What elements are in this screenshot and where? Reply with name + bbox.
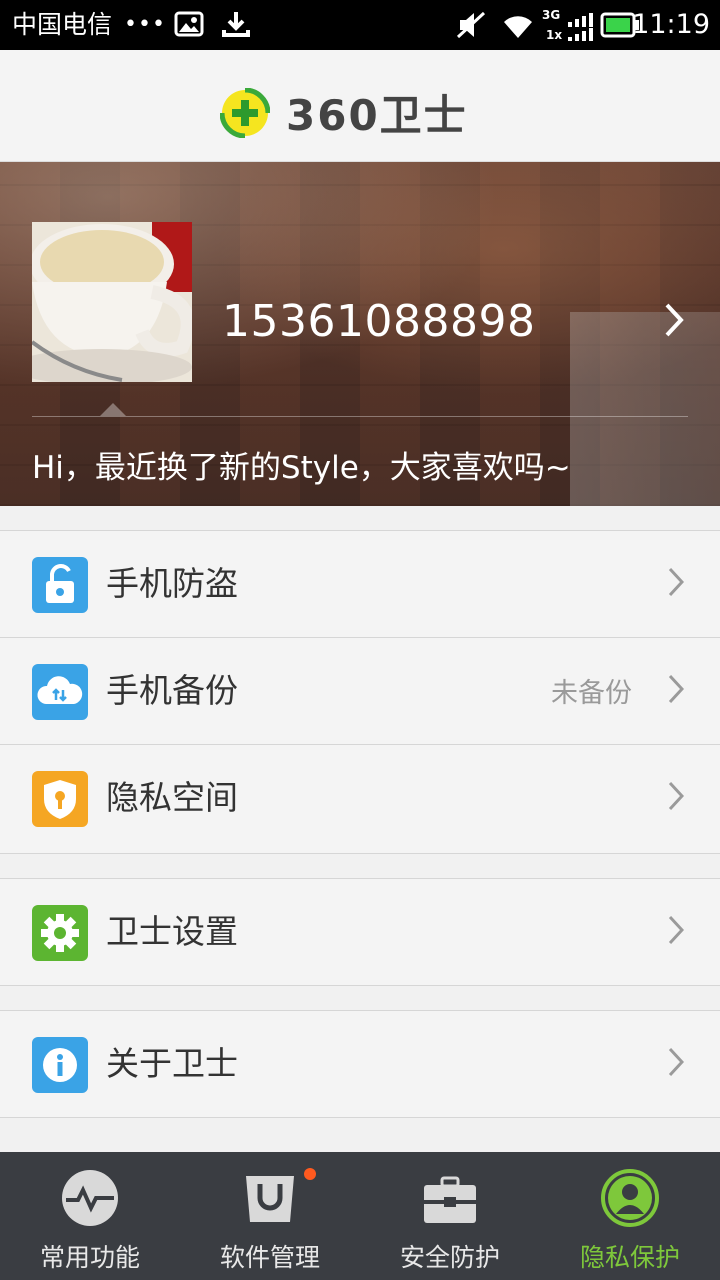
status-bar: 中国电信 ••• 3G 1x 11:19 xyxy=(0,0,720,50)
menu-item-label: 手机防盗 xyxy=(106,564,238,603)
toolbox-icon xyxy=(420,1168,480,1228)
menu-group-2: 卫士设置 xyxy=(0,878,720,986)
shopping-bag-icon xyxy=(240,1168,300,1228)
person-icon xyxy=(600,1168,660,1228)
menu-item-settings[interactable]: 卫士设置 xyxy=(0,879,720,986)
bottom-tab-bar: 常用功能 软件管理 安全防护 隐私保护 xyxy=(0,1152,720,1280)
menu-group-3: 关于卫士 xyxy=(0,1010,720,1118)
lock-icon xyxy=(32,557,88,613)
signal-icon xyxy=(566,12,594,46)
tab-label: 隐私保护 xyxy=(579,1243,680,1272)
clock: 11:19 xyxy=(632,9,710,40)
menu-item-anti-theft[interactable]: 手机防盗 xyxy=(0,531,720,638)
notification-dots: ••• xyxy=(124,12,166,37)
chevron-right-icon xyxy=(668,567,685,601)
image-notification-icon xyxy=(174,10,204,42)
carrier-name: 中国电信 xyxy=(12,10,113,39)
greeting-text: Hi，最近换了新的Style，大家喜欢吗~ xyxy=(32,450,571,486)
backup-status: 未备份 xyxy=(551,678,632,709)
profile-banner[interactable]: 15361088898 Hi，最近换了新的Style，大家喜欢吗~ xyxy=(0,162,720,506)
chevron-right-icon xyxy=(668,781,685,815)
menu-item-backup[interactable]: 手机备份 未备份 xyxy=(0,638,720,745)
notification-badge xyxy=(304,1168,316,1180)
app-logo: 360卫士 xyxy=(220,82,468,143)
mute-icon xyxy=(454,10,488,44)
tab-label: 安全防护 xyxy=(399,1243,500,1272)
menu-item-about[interactable]: 关于卫士 xyxy=(0,1011,720,1118)
chevron-right-icon xyxy=(664,302,684,342)
info-icon xyxy=(32,1037,88,1093)
menu-item-label: 隐私空间 xyxy=(106,778,238,817)
menu-item-label: 手机备份 xyxy=(106,671,238,710)
chevron-right-icon xyxy=(668,1047,685,1081)
menu-item-label: 卫士设置 xyxy=(106,912,238,951)
network-type-label-2: 1x xyxy=(546,28,563,42)
menu-item-label: 关于卫士 xyxy=(106,1044,238,1083)
gear-icon xyxy=(32,905,88,961)
tab-label: 软件管理 xyxy=(219,1243,320,1272)
tab-common-functions[interactable]: 常用功能 xyxy=(0,1152,180,1280)
banner-divider xyxy=(32,416,688,417)
banner-pointer xyxy=(100,403,126,416)
avatar[interactable] xyxy=(32,222,192,382)
chevron-right-icon xyxy=(668,915,685,949)
tab-software-management[interactable]: 软件管理 xyxy=(180,1152,360,1280)
shield-key-icon xyxy=(32,771,88,827)
banner-background-detail xyxy=(570,312,720,506)
wifi-icon xyxy=(500,10,536,44)
tab-label: 常用功能 xyxy=(39,1243,140,1272)
network-type-label: 3G xyxy=(542,8,561,22)
app-header: 360卫士 xyxy=(0,50,720,162)
tab-privacy-protection[interactable]: 隐私保护 xyxy=(540,1152,720,1280)
menu-item-private-space[interactable]: 隐私空间 xyxy=(0,745,720,852)
logo-text: 360卫士 xyxy=(286,91,468,140)
pulse-icon xyxy=(60,1168,120,1228)
download-icon xyxy=(220,10,252,44)
menu-group-1: 手机防盗 手机备份 未备份 隐私空间 xyxy=(0,530,720,854)
tab-security-protection[interactable]: 安全防护 xyxy=(360,1152,540,1280)
logo-icon xyxy=(220,87,270,138)
chevron-right-icon xyxy=(668,674,685,708)
phone-number: 15361088898 xyxy=(222,296,536,347)
cloud-sync-icon xyxy=(32,664,88,720)
